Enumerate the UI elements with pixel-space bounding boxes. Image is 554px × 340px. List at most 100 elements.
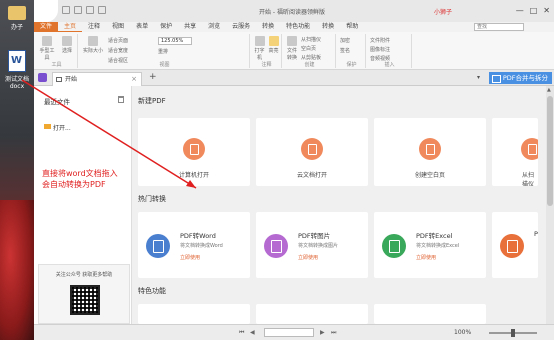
desktop-word-document[interactable]: 测试文档 docx bbox=[2, 50, 32, 90]
menu-item[interactable]: 特色功能 bbox=[280, 22, 316, 32]
section-featured: 特色功能 bbox=[138, 287, 166, 295]
from-scanner-button[interactable]: 从扫描仪 bbox=[301, 36, 335, 43]
image-convert-icon bbox=[264, 234, 288, 258]
use-now-link[interactable]: 立即使用 bbox=[298, 254, 318, 261]
use-now-link[interactable]: 立即使用 bbox=[416, 254, 436, 261]
new-tab-button[interactable]: + bbox=[149, 72, 157, 82]
open-from-computer-card[interactable]: 计算机打开 bbox=[138, 118, 250, 186]
minimize-button[interactable]: — bbox=[516, 6, 524, 15]
featured-card[interactable] bbox=[138, 304, 250, 324]
tab-list-dropdown[interactable]: ▾ bbox=[477, 74, 480, 81]
user-name[interactable]: 小狮子 bbox=[434, 7, 452, 16]
zoom-select[interactable]: 125.05% bbox=[158, 37, 192, 45]
card-title: PDF转Excel bbox=[416, 232, 453, 240]
tab-start[interactable]: 开始 × bbox=[52, 72, 142, 86]
fit-page-button[interactable]: 适合页面 bbox=[108, 37, 148, 44]
page-number-input[interactable] bbox=[264, 328, 314, 337]
maximize-button[interactable]: □ bbox=[530, 6, 538, 15]
card-desc: 将文档转换成Word bbox=[180, 243, 223, 249]
menu-item[interactable]: 转换 bbox=[316, 22, 340, 32]
page-icon bbox=[88, 36, 98, 46]
encrypt-button[interactable]: 加密 bbox=[340, 37, 364, 44]
hand-tool-button[interactable]: 手型工具 bbox=[38, 36, 56, 61]
document-tab-bar: 开始 × + ▾ PDF合并与拆分 bbox=[34, 70, 554, 86]
menu-item[interactable]: 共享 bbox=[178, 22, 202, 32]
sign-button[interactable]: 签名 bbox=[340, 47, 364, 54]
actual-size-button[interactable]: 实际大小 bbox=[82, 36, 104, 54]
ribbon-group-insert: 文件附件 图像标注 音频视频 插入 bbox=[368, 34, 412, 68]
menu-item[interactable]: 保护 bbox=[154, 22, 178, 32]
menu-bar: 文件 主页 注释 视图 表单 保护 共享 浏览 云服务 转换 特色功能 转换 帮助 查找 bbox=[34, 22, 554, 32]
scroll-up-arrow[interactable]: ▲ bbox=[547, 87, 551, 93]
zoom-slider-knob[interactable] bbox=[511, 329, 515, 337]
menu-item[interactable]: 视图 bbox=[106, 22, 130, 32]
scanner-icon bbox=[521, 138, 538, 160]
app-logo[interactable] bbox=[34, 0, 58, 22]
redo-icon[interactable] bbox=[98, 6, 106, 14]
undo-icon[interactable] bbox=[86, 6, 94, 14]
open-file-button[interactable]: 打开... bbox=[44, 123, 71, 132]
ribbon-group-label: 工具 bbox=[51, 62, 62, 68]
create-blank-page-card[interactable]: 创建空白页 bbox=[374, 118, 486, 186]
open-from-cloud-card[interactable]: 云文档打开 bbox=[256, 118, 368, 186]
menu-item[interactable]: 转换 bbox=[256, 22, 280, 32]
ribbon-group-label: 插入 bbox=[384, 62, 395, 68]
menu-item[interactable]: 云服务 bbox=[226, 22, 256, 32]
zoom-level[interactable]: 100% bbox=[454, 329, 471, 336]
pdf-to-word-card[interactable]: PDF转Word 将文档转换成Word 立即使用 bbox=[138, 212, 250, 278]
file-convert-button[interactable]: 文件转换 bbox=[285, 36, 299, 61]
pdf-merge-split-button[interactable]: PDF合并与拆分 bbox=[488, 72, 552, 84]
pdf-to-excel-card[interactable]: PDF转Excel 将文档转换成Excel 立即使用 bbox=[374, 212, 486, 278]
print-icon[interactable] bbox=[74, 6, 82, 14]
close-button[interactable]: ✕ bbox=[543, 6, 550, 15]
menu-item[interactable]: 主页 bbox=[58, 22, 83, 32]
card-desc: 将文档转换成Excel bbox=[416, 243, 460, 249]
reflow-button[interactable]: 重排 bbox=[158, 48, 188, 55]
scroll-thumb[interactable] bbox=[547, 96, 553, 206]
typewriter-button[interactable]: 打字机 bbox=[253, 36, 266, 61]
menu-item[interactable]: 浏览 bbox=[202, 22, 226, 32]
first-page-button[interactable]: ⏮ bbox=[239, 329, 244, 337]
prev-page-button[interactable]: ◀ bbox=[250, 329, 255, 336]
menu-item[interactable]: 表单 bbox=[130, 22, 154, 32]
foxit-app-icon[interactable] bbox=[38, 73, 47, 82]
file-attachment-button[interactable]: 文件附件 bbox=[370, 37, 410, 44]
fit-width-button[interactable]: 适合宽度 bbox=[108, 47, 148, 54]
qr-code-image bbox=[70, 285, 100, 315]
window-controls: — □ ✕ bbox=[516, 6, 550, 15]
wallpaper-car bbox=[0, 200, 34, 340]
status-bar: ⏮ ◀ ▶ ⏭ 100% bbox=[34, 324, 554, 340]
next-page-button[interactable]: ▶ bbox=[320, 329, 325, 336]
zoom-slider[interactable] bbox=[489, 329, 537, 337]
qr-caption: 关注公众号 获取更多帮助 bbox=[55, 272, 113, 278]
from-scanner-card[interactable]: 从扫描仪 bbox=[492, 118, 538, 186]
typewriter-icon bbox=[254, 36, 265, 46]
featured-card[interactable] bbox=[374, 304, 486, 324]
card-label: 计算机打开 bbox=[178, 172, 209, 179]
last-page-button[interactable]: ⏭ bbox=[331, 329, 336, 337]
save-icon[interactable] bbox=[62, 6, 70, 14]
menu-item[interactable]: 帮助 bbox=[340, 22, 364, 32]
pdf-to-ppt-card[interactable]: PI bbox=[492, 212, 538, 278]
select-tool-button[interactable]: 选择 bbox=[58, 36, 76, 54]
image-annotation-button[interactable]: 图像标注 bbox=[370, 46, 410, 53]
blank-page-button[interactable]: 空白页 bbox=[301, 45, 335, 52]
tab-close-button[interactable]: × bbox=[131, 73, 137, 86]
pdf-to-image-card[interactable]: PDF转图片 将文档转换成图片 立即使用 bbox=[256, 212, 368, 278]
search-input[interactable]: 查找 bbox=[474, 23, 524, 31]
highlight-button[interactable]: 高亮 bbox=[267, 36, 280, 54]
menu-item[interactable]: 注释 bbox=[82, 22, 106, 32]
ribbon-group-create: 文件转换 从扫描仪 空白页 从剪贴板 创建 bbox=[284, 34, 336, 68]
from-clipboard-button[interactable]: 从剪贴板 bbox=[301, 54, 335, 61]
desktop-folder-label: 办子 bbox=[10, 24, 23, 31]
menu-file[interactable]: 文件 bbox=[34, 22, 59, 32]
trash-icon[interactable] bbox=[118, 96, 124, 103]
featured-card[interactable] bbox=[256, 304, 368, 324]
ribbon-group-protect: 加密 签名 保护 bbox=[338, 34, 366, 68]
card-title: PDF转Word bbox=[180, 232, 216, 240]
use-now-link[interactable]: 立即使用 bbox=[180, 254, 200, 261]
open-file-label: 打开... bbox=[53, 125, 71, 132]
desktop-folder[interactable]: 办子 bbox=[2, 6, 32, 31]
section-hot-convert: 热门转换 bbox=[138, 195, 166, 203]
vertical-scrollbar[interactable]: ▲ bbox=[546, 86, 554, 324]
